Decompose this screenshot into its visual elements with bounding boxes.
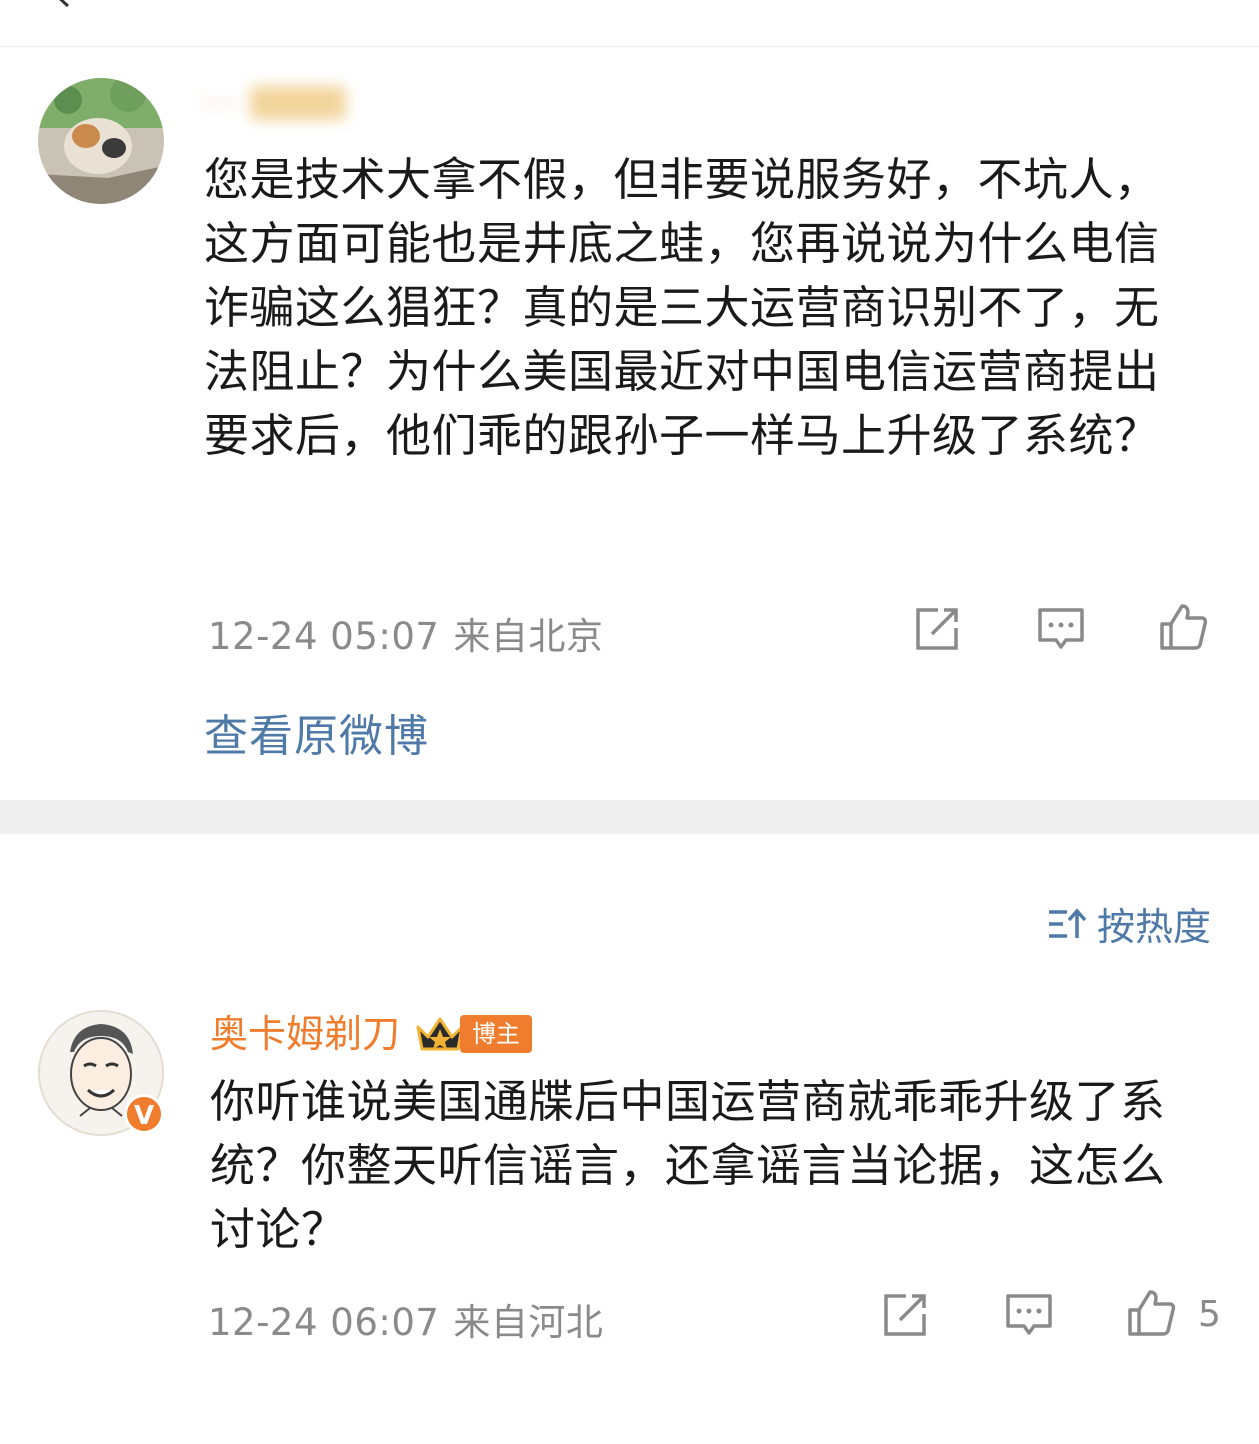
like-icon[interactable] xyxy=(1158,602,1208,652)
verified-icon: V xyxy=(124,1094,164,1134)
blogger-badge-label: 博主 xyxy=(460,1015,533,1053)
avatar[interactable] xyxy=(38,78,164,204)
comment-time: 12-24 06:07 xyxy=(208,1301,440,1344)
comment-time: 12-24 05:07 xyxy=(208,615,440,658)
cat-avatar-image xyxy=(38,78,164,204)
comment-icon[interactable] xyxy=(1036,604,1086,654)
blogger-badge: 博主 xyxy=(414,1014,533,1054)
crown-icon xyxy=(416,1017,464,1051)
sort-label: 按热度 xyxy=(1096,905,1211,949)
sort-by-hot-button[interactable]: 按热度 xyxy=(1047,896,1211,951)
comment-location: 来自北京 xyxy=(453,615,604,658)
comment-text: 您是技术大拿不假，但非要说服务好，不坑人，这方面可能也是井底之蛙，您再说说为什么… xyxy=(204,153,1160,462)
comment-location: 来自河北 xyxy=(453,1301,604,1344)
name-row: 奥卡姆剃刀 博主 xyxy=(210,1014,533,1054)
share-icon[interactable] xyxy=(880,1290,930,1340)
view-original-link[interactable]: 查看原微博 xyxy=(204,700,429,764)
name-row: ··· xyxy=(200,84,347,122)
comment-meta: 12-24 06:07 来自河北 xyxy=(208,1292,603,1346)
back-arrow-icon[interactable] xyxy=(52,0,74,8)
level-badge-icon xyxy=(250,86,347,120)
top-bar xyxy=(0,0,1259,47)
like-count: 5 xyxy=(1198,1294,1221,1335)
username[interactable]: ··· xyxy=(200,84,236,122)
comment-icon[interactable] xyxy=(1004,1290,1054,1340)
section-divider xyxy=(0,800,1259,834)
like-icon[interactable] xyxy=(1126,1288,1176,1338)
comment-text: 你听谁说美国通牒后中国运营商就乖乖升级了系统？你整天听信谣言，还拿谣言当论据，这… xyxy=(210,1075,1166,1256)
comment-meta: 12-24 05:07 来自北京 xyxy=(208,606,603,660)
sort-icon xyxy=(1048,907,1087,938)
username[interactable]: 奥卡姆剃刀 xyxy=(210,1015,400,1053)
share-icon[interactable] xyxy=(912,604,962,654)
